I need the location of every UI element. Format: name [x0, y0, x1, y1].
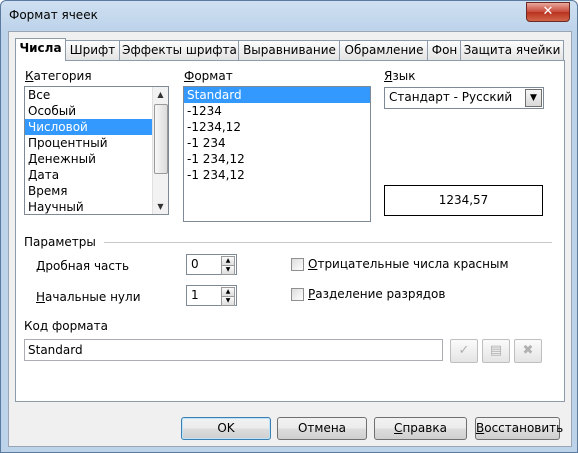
delete-icon[interactable]: ✖ — [514, 339, 542, 363]
list-item[interactable]: -1 234,12 — [184, 167, 370, 183]
scroll-thumb[interactable] — [154, 104, 168, 174]
tab-cell-protection[interactable]: Защита ячейки — [460, 40, 564, 60]
scroll-up-icon[interactable]: ▲ — [153, 87, 168, 102]
spin-down-icon[interactable]: ▼ — [221, 296, 235, 306]
list-item[interactable]: Особый — [25, 103, 168, 119]
tab-font[interactable]: Шрифт — [64, 40, 121, 60]
thousands-separator-label[interactable]: Разделение разрядов — [308, 287, 445, 301]
list-item[interactable]: -1 234 — [184, 135, 370, 151]
format-label: Формат — [184, 69, 233, 83]
help-button[interactable]: Справка — [374, 417, 467, 440]
leading-zeros-stepper[interactable]: 1 ▲ ▼ — [186, 285, 237, 306]
options-title: Параметры — [24, 235, 96, 249]
tab-numbers[interactable]: Числа — [15, 38, 66, 61]
language-label-rest: зык — [392, 69, 416, 83]
reset-button[interactable]: Восстановить — [475, 417, 564, 440]
ok-button[interactable]: OK — [181, 417, 271, 440]
leading-zeros-value: 1 — [191, 288, 199, 302]
dialog-window: Формат ячеек ✕ Числа Шрифт Эффекты шрифт… — [0, 0, 578, 453]
category-scrollbar[interactable]: ▲ ▼ — [152, 87, 168, 214]
dialog-client-area: Числа Шрифт Эффекты шрифта Выравнивание … — [8, 31, 572, 447]
list-item[interactable]: Научный — [25, 199, 168, 214]
tab-alignment[interactable]: Выравнивание — [238, 40, 341, 60]
category-label: Категория — [25, 69, 92, 83]
list-item[interactable]: -1234 — [184, 103, 370, 119]
leading-label-rest: ачальные нули — [45, 290, 141, 304]
numbers-tab-panel: Категория Все Особый Числовой Процентный… — [15, 60, 565, 402]
format-code-value: Standard — [28, 343, 83, 357]
thousands-label-rest: азделение разрядов — [315, 287, 446, 301]
format-code-input[interactable]: Standard — [24, 339, 443, 361]
decimal-label-rest: робная часть — [45, 259, 130, 273]
list-item[interactable]: Дата — [25, 167, 168, 183]
list-item-selected[interactable]: Числовой — [25, 119, 152, 135]
list-item-selected[interactable]: Standard — [184, 87, 370, 103]
negative-red-checkbox[interactable] — [291, 258, 304, 271]
negative-red-label[interactable]: Отрицательные числа красным — [308, 257, 509, 271]
format-preview: 1234,57 — [384, 185, 543, 216]
language-select[interactable]: Стандарт - Русский ▼ — [384, 87, 544, 109]
negative-red-label-rest: трицательные числа красным — [317, 257, 509, 271]
format-code-label: Код формата — [24, 319, 108, 333]
list-item[interactable]: Денежный — [25, 151, 168, 167]
window-title: Формат ячеек — [9, 8, 98, 22]
comment-icon[interactable]: ▤ — [482, 339, 510, 363]
decimal-places-value: 0 — [191, 257, 199, 271]
options-separator — [104, 242, 552, 243]
category-label-rest: атегория — [33, 69, 92, 83]
format-label-rest: ормат — [194, 69, 233, 83]
list-item[interactable]: -1 234,12 — [184, 151, 370, 167]
title-bar[interactable]: Формат ячеек ✕ — [1, 1, 577, 31]
thousands-separator-checkbox[interactable] — [291, 288, 304, 301]
language-value: Стандарт - Русский — [389, 90, 513, 104]
reset-label-rest: осстановить — [484, 421, 564, 435]
chevron-down-icon[interactable]: ▼ — [525, 89, 542, 107]
decimal-places-label: Дробная часть — [36, 259, 130, 273]
language-label: Язык — [384, 69, 416, 83]
checkmark-icon[interactable]: ✓ — [450, 339, 478, 363]
cancel-button[interactable]: Отмена — [277, 417, 367, 440]
scroll-down-icon[interactable]: ▼ — [153, 199, 168, 214]
close-button[interactable]: ✕ — [526, 2, 570, 22]
format-listbox[interactable]: Standard -1234 -1234,12 -1 234 -1 234,12… — [183, 86, 371, 222]
help-label-rest: правка — [402, 421, 447, 435]
list-item[interactable]: Процентный — [25, 135, 168, 151]
list-item[interactable]: Время — [25, 183, 168, 199]
tab-font-effects[interactable]: Эффекты шрифта — [119, 40, 240, 60]
list-item[interactable]: -1234,12 — [184, 119, 370, 135]
spin-down-icon[interactable]: ▼ — [221, 265, 235, 275]
leading-zeros-label: Начальные нули — [36, 290, 141, 304]
decimal-places-stepper[interactable]: 0 ▲ ▼ — [186, 254, 237, 275]
category-listbox[interactable]: Все Особый Числовой Процентный Денежный … — [24, 86, 169, 215]
list-item[interactable]: Все — [25, 87, 168, 103]
tab-background[interactable]: Фон — [427, 40, 462, 60]
tab-borders[interactable]: Обрамление — [339, 40, 429, 60]
